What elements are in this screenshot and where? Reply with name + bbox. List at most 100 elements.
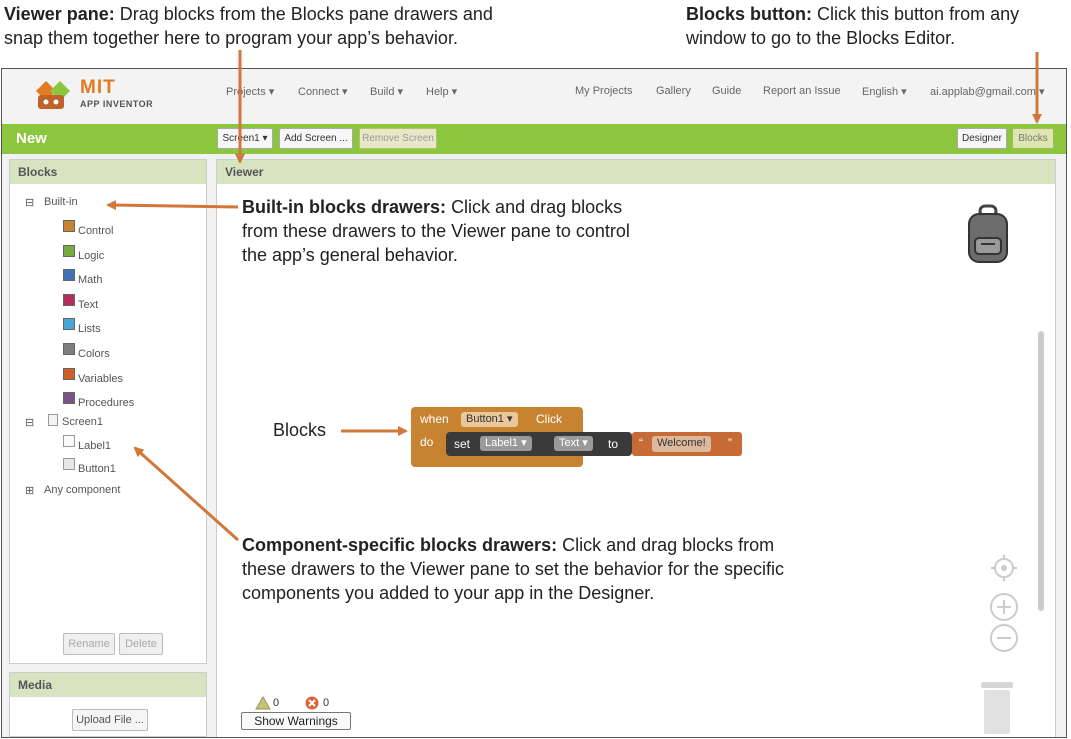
block-text-value[interactable]: Welcome! — [652, 436, 711, 452]
drawer-logic-swatch — [63, 245, 75, 257]
builtin-callout-line2: from these drawers to the Viewer pane to… — [242, 221, 630, 241]
logo-mit-text: MIT — [80, 77, 116, 98]
media-panel: Media Upload File ... — [9, 672, 207, 737]
blocks-button-callout-line2: window to go to the Blocks Editor. — [686, 28, 956, 48]
language-dropdown[interactable]: English ▾ — [862, 85, 907, 98]
block-when-keyword: when — [420, 412, 449, 426]
any-component-label[interactable]: Any component — [44, 484, 120, 496]
block-component-dropdown[interactable]: Button1 ▾ — [461, 412, 518, 427]
backpack-icon[interactable] — [965, 204, 1011, 266]
drawer-text[interactable]: Text — [78, 299, 98, 311]
blocks-button-callout: Blocks button: Click this button from an… — [686, 2, 1019, 50]
builtin-label[interactable]: Built-in — [44, 196, 78, 208]
component-callout-title: Component-specific blocks drawers: — [242, 535, 558, 555]
drawer-text-swatch — [63, 294, 75, 306]
zoom-in-icon[interactable] — [989, 592, 1019, 622]
blocks-button-callout-line1: Click this button from any — [817, 4, 1020, 24]
menu-help[interactable]: Help ▾ — [426, 85, 457, 98]
any-component-toggle[interactable]: ⊞ — [25, 484, 34, 497]
drawer-variables[interactable]: Variables — [78, 373, 123, 385]
menu-projects[interactable]: Projects ▾ — [226, 85, 274, 98]
drawer-variables-swatch — [63, 368, 75, 380]
show-warnings-button[interactable]: Show Warnings — [241, 712, 351, 730]
drawer-lists[interactable]: Lists — [78, 323, 101, 335]
delete-button[interactable]: Delete — [119, 633, 163, 655]
drawer-math[interactable]: Math — [78, 274, 102, 286]
screen-select-button[interactable]: Screen1 ▾ — [217, 128, 273, 149]
builtin-toggle[interactable]: ⊟ — [25, 196, 34, 209]
viewer-header: Viewer — [217, 160, 1055, 184]
page: Viewer pane: Drag blocks from the Blocks… — [0, 0, 1071, 739]
drawer-control[interactable]: Control — [78, 225, 113, 237]
builtin-callout-line1: Click and drag blocks — [451, 197, 623, 217]
drawer-procedures[interactable]: Procedures — [78, 397, 134, 409]
viewer-pane-callout-line1: Drag blocks from the Blocks pane drawers… — [119, 4, 493, 24]
mit-app-inventor-logo[interactable]: MIT APP INVENTOR — [32, 75, 162, 115]
account-dropdown[interactable]: ai.applab@gmail.com ▾ — [930, 85, 1045, 98]
blocks-button[interactable]: Blocks — [1012, 128, 1054, 149]
block-target-dropdown[interactable]: Label1 ▾ — [480, 436, 532, 451]
drawer-lists-swatch — [63, 318, 75, 330]
drawer-label1[interactable]: Label1 — [78, 440, 111, 452]
remove-screen-button[interactable]: Remove Screen — [359, 128, 437, 149]
viewer-pane-callout-title: Viewer pane: — [4, 4, 115, 24]
component-callout-line2: these drawers to the Viewer pane to set … — [242, 559, 784, 579]
menu-connect[interactable]: Connect ▾ — [298, 85, 348, 98]
errors-count: 0 — [323, 697, 330, 709]
trash-can-icon[interactable] — [979, 680, 1015, 736]
link-my-projects[interactable]: My Projects — [575, 85, 632, 97]
blocks-button-callout-title: Blocks button: — [686, 4, 812, 24]
component-callout-line1: Click and drag blocks from — [562, 535, 775, 555]
block-do-keyword: do — [420, 435, 434, 449]
zoom-out-icon[interactable] — [989, 623, 1019, 653]
screen1-label[interactable]: Screen1 — [62, 416, 103, 428]
block-property-dropdown[interactable]: Text ▾ — [554, 436, 593, 451]
viewer-scrollbar[interactable] — [1038, 331, 1044, 611]
component-callout-line3: components you added to your app in the … — [242, 583, 655, 603]
blocks-panel: Blocks ⊟ Built-in Control Logic Math Text Li… — [9, 159, 207, 664]
screen1-toggle[interactable]: ⊟ — [25, 416, 34, 429]
blocks-panel-header: Blocks — [10, 160, 206, 184]
logo-icon — [36, 81, 70, 109]
set-label-text-block[interactable]: set Label1 ▾ Text ▾ to — [446, 432, 632, 456]
screen-icon — [48, 414, 58, 426]
rename-button[interactable]: Rename — [63, 633, 115, 655]
menu-build[interactable]: Build ▾ — [370, 85, 403, 98]
drawer-math-swatch — [63, 269, 75, 281]
project-toolbar: New Screen1 ▾ Add Screen ... Remove Scre… — [2, 124, 1066, 154]
drawer-button1[interactable]: Button1 — [78, 463, 116, 475]
link-gallery[interactable]: Gallery — [656, 85, 691, 97]
warning-icon — [255, 696, 271, 710]
link-guide[interactable]: Guide — [712, 85, 741, 97]
text-quote-close: ” — [728, 436, 732, 450]
block-event-name: Click — [536, 412, 562, 426]
app-inventor-window: MIT APP INVENTOR Projects ▾ Connect ▾ Bu… — [1, 68, 1067, 738]
drawer-logic[interactable]: Logic — [78, 250, 104, 262]
text-quote-open: “ — [639, 436, 643, 450]
block-to-keyword: to — [608, 437, 619, 451]
center-target-icon[interactable] — [990, 554, 1018, 582]
builtin-callout-line3: the app’s general behavior. — [242, 245, 458, 265]
builtin-callout: Built-in blocks drawers: Click and drag … — [242, 195, 630, 267]
drawer-colors[interactable]: Colors — [78, 348, 110, 360]
link-report-issue[interactable]: Report an Issue — [763, 85, 841, 97]
text-string-block[interactable]: “ Welcome! ” — [632, 432, 742, 456]
drawer-procedures-swatch — [63, 392, 75, 404]
logo-app-inventor-text: APP INVENTOR — [80, 99, 154, 109]
warnings-count: 0 — [273, 697, 280, 709]
designer-button[interactable]: Designer — [957, 128, 1007, 149]
upload-file-button[interactable]: Upload File ... — [72, 709, 148, 731]
add-screen-button[interactable]: Add Screen ... — [279, 128, 353, 149]
button-component-icon — [63, 458, 75, 470]
drawer-control-swatch — [63, 220, 75, 232]
component-callout: Component-specific blocks drawers: Click… — [242, 533, 784, 605]
top-nav-bar: MIT APP INVENTOR Projects ▾ Connect ▾ Bu… — [2, 69, 1066, 123]
viewer-pane-callout-line2: snap them together here to program your … — [4, 28, 458, 48]
project-name: New — [16, 130, 47, 147]
drawer-colors-swatch — [63, 343, 75, 355]
media-panel-header: Media — [10, 673, 206, 697]
builtin-callout-title: Built-in blocks drawers: — [242, 197, 447, 217]
label-component-icon — [63, 435, 75, 447]
block-set-keyword: set — [454, 437, 471, 451]
blocks-callout: Blocks — [273, 420, 327, 440]
